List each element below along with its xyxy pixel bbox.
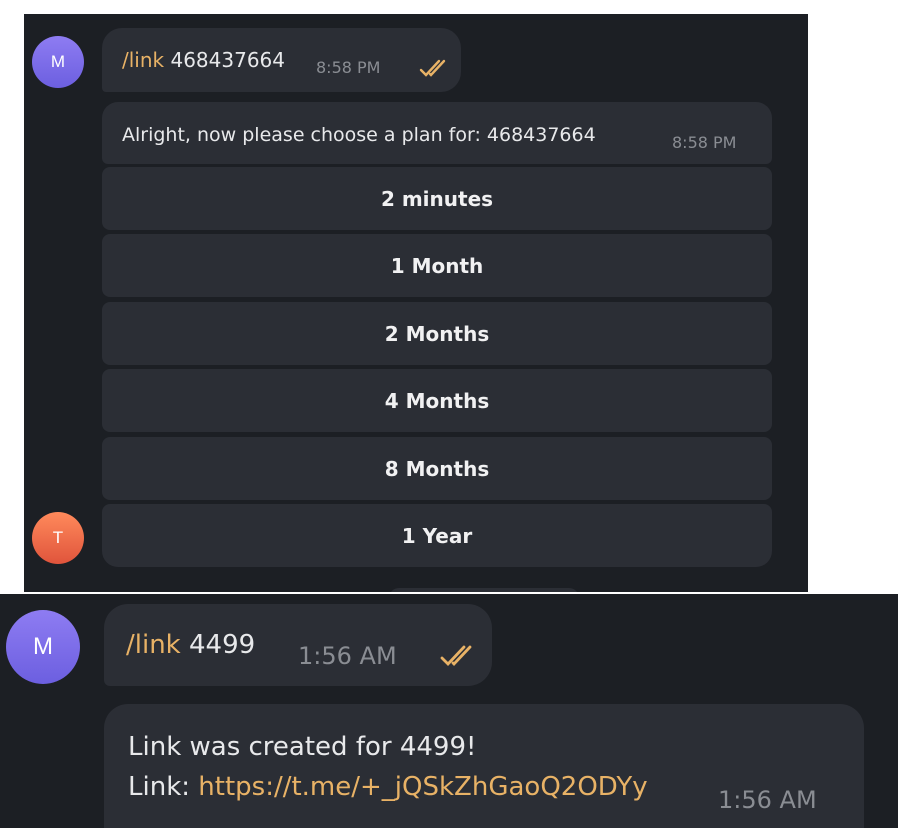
chat-panel-bottom: M /link 4499 1:56 AM Link was created fo… [0, 594, 898, 828]
message-text: Alright, now please choose a plan for: 4… [122, 124, 596, 146]
command-link[interactable]: /link [122, 48, 164, 72]
plan-button-4-months[interactable]: 4 Months [102, 369, 772, 432]
avatar[interactable]: T [32, 512, 84, 564]
avatar-letter: M [50, 52, 66, 71]
avatar-letter: T [52, 528, 64, 547]
plan-button-label: 1 Year [401, 523, 473, 548]
avatar[interactable]: M [6, 610, 80, 684]
plan-button-label: 2 Months [384, 321, 490, 346]
plan-button-8-months[interactable]: 8 Months [102, 437, 772, 500]
message-text: /link 468437664 [122, 48, 285, 72]
message-line-2: Link: https://t.me/+_jQSkZhGaoQ2ODYy [128, 772, 648, 802]
plan-button-1-month[interactable]: 1 Month [102, 234, 772, 297]
plan-button-label: 1 Month [390, 253, 484, 278]
command-argument: 4499 [180, 630, 256, 660]
plan-button-label: 4 Months [384, 388, 490, 413]
message-line-1: Link was created for 4499! [128, 732, 477, 762]
invite-link[interactable]: https://t.me/+_jQSkZhGaoQ2ODYy [198, 772, 647, 802]
avatar[interactable]: M [32, 36, 84, 88]
link-prefix: Link: [128, 772, 199, 802]
incoming-message[interactable]: Link was created for 4499! Link: https:/… [104, 704, 864, 828]
incoming-message[interactable]: Alright, now please choose a plan for: 4… [102, 102, 772, 164]
command-link[interactable]: /link [126, 630, 181, 660]
message-text: /link 4499 [126, 630, 255, 660]
message-time: 8:58 PM [316, 58, 381, 77]
plan-button-1-year[interactable]: 1 Year [102, 504, 772, 567]
plan-button-label: 2 minutes [380, 186, 494, 211]
plan-button-2-months[interactable]: 2 Months [102, 302, 772, 365]
double-check-icon [440, 645, 472, 667]
plan-button-2-minutes[interactable]: 2 minutes [102, 167, 772, 230]
message-time: 1:56 AM [718, 786, 817, 814]
message-time: 1:56 AM [298, 642, 397, 670]
command-argument: 468437664 [164, 48, 285, 72]
outgoing-message[interactable]: /link 4499 1:56 AM [104, 604, 492, 686]
plan-button-label: 8 Months [384, 456, 490, 481]
double-check-icon [419, 59, 446, 77]
avatar-letter: M [33, 633, 53, 660]
chat-panel-top: M /link 468437664 8:58 PM Alright, now p… [24, 14, 808, 592]
message-time: 8:58 PM [672, 133, 737, 152]
outgoing-message[interactable]: /link 468437664 8:58 PM [102, 28, 461, 92]
date-divider-pill [389, 588, 579, 592]
